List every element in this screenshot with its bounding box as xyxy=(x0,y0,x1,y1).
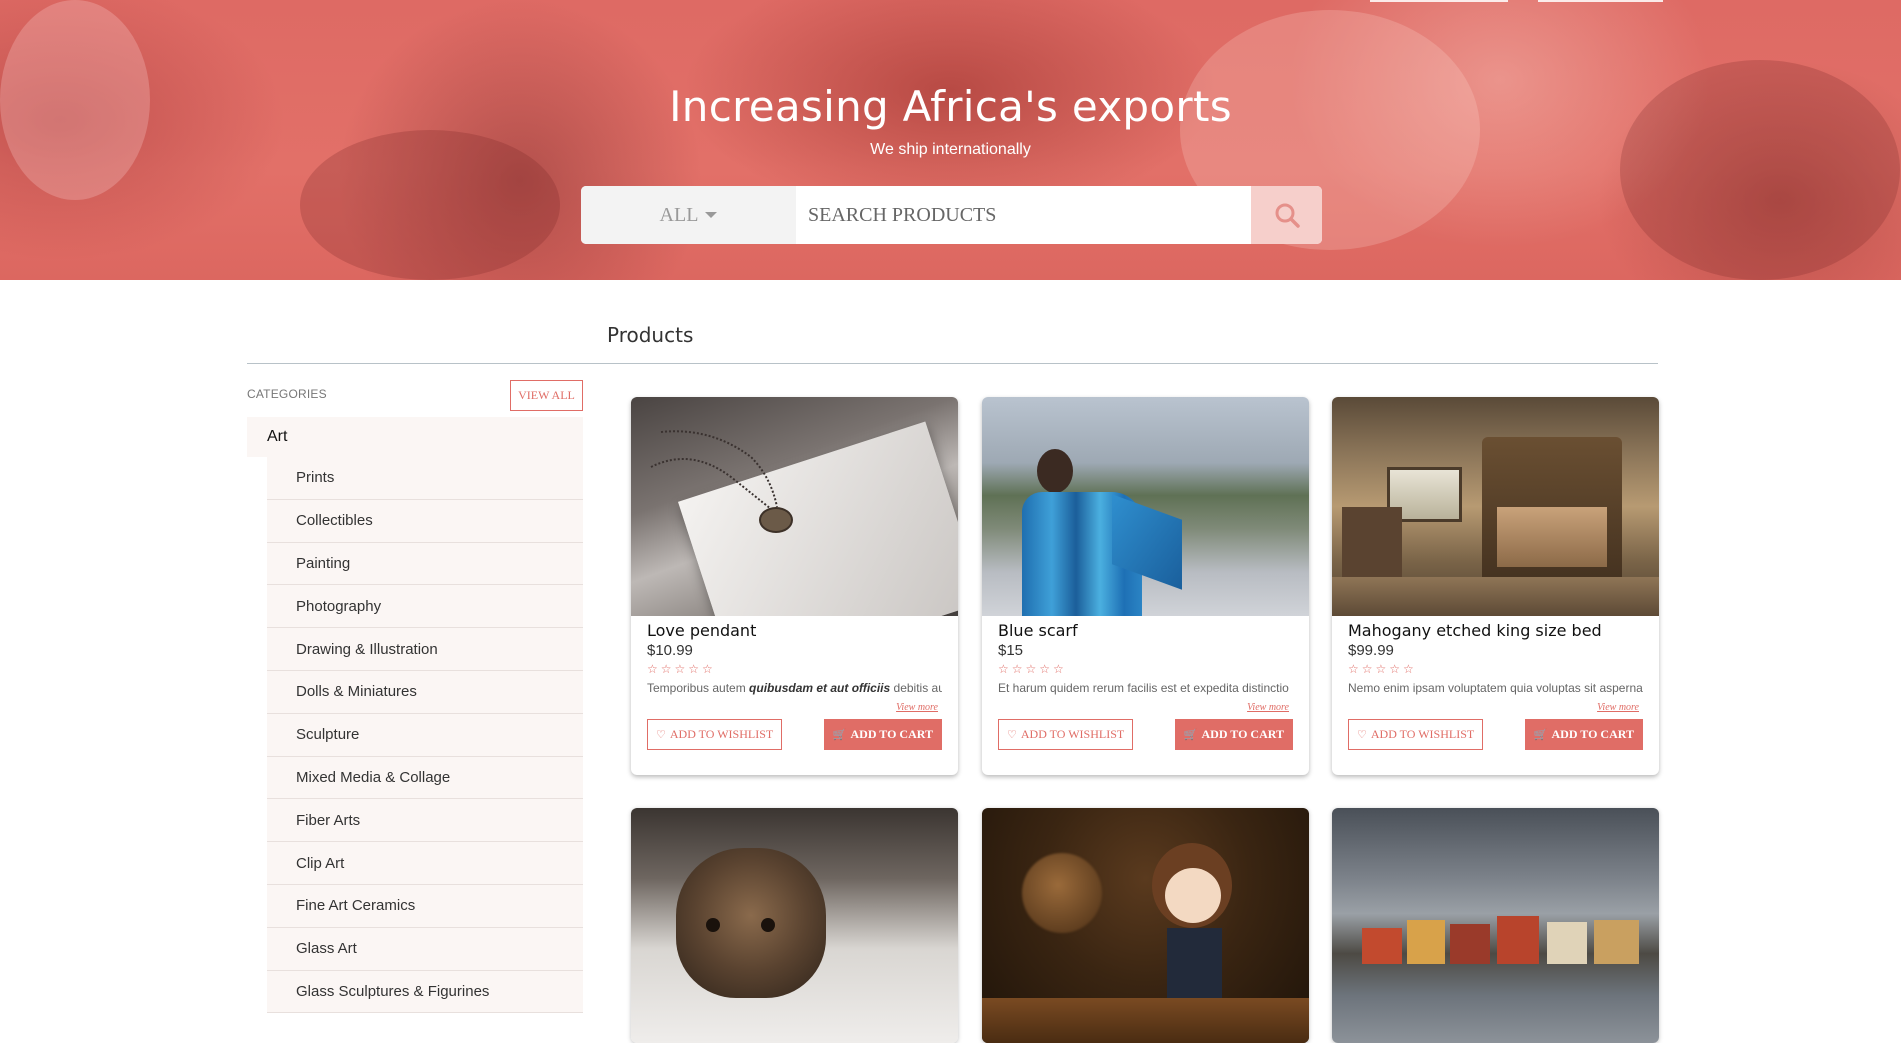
search-bar: ALL xyxy=(581,186,1322,244)
image-shape xyxy=(1342,507,1402,587)
image-shape xyxy=(650,430,778,510)
subcategory-item-mixed-media[interactable]: Mixed Media & Collage xyxy=(267,756,583,800)
add-to-cart-button[interactable]: 🛒 ADD TO CART xyxy=(1524,719,1643,750)
product-image[interactable] xyxy=(982,397,1309,616)
subcategory-item-fiber-arts[interactable]: Fiber Arts xyxy=(267,799,583,843)
image-shape xyxy=(676,848,826,998)
product-description: Et harum quidem rerum facilis est et exp… xyxy=(998,681,1289,695)
hero-subtitle: We ship internationally xyxy=(870,141,1031,158)
subcategory-item-sculpture[interactable]: Sculpture xyxy=(267,713,583,757)
cart-label: ADD TO CART xyxy=(850,727,933,741)
heart-icon: ♡ xyxy=(656,729,666,741)
cart-icon: 🛒 xyxy=(1183,729,1198,741)
subcategory-list: Prints Collectibles Painting Photography… xyxy=(267,457,583,1014)
subcategory-item-glass-sculptures[interactable]: Glass Sculptures & Figurines xyxy=(267,970,583,1014)
view-all-button[interactable]: VIEW ALL xyxy=(510,380,583,411)
image-shape xyxy=(1594,920,1639,964)
subcategory-item-painting[interactable]: Painting xyxy=(267,542,583,586)
product-card[interactable] xyxy=(982,808,1309,1043)
product-card[interactable]: Blue scarf $15 ☆☆☆☆☆ Et harum quidem rer… xyxy=(982,397,1309,775)
subcategory-item-glass-art[interactable]: Glass Art xyxy=(267,927,583,971)
chevron-down-icon xyxy=(705,212,718,218)
subcategory-item-clip-art[interactable]: Clip Art xyxy=(267,842,583,885)
wishlist-label: ADD TO WISHLIST xyxy=(1020,727,1125,741)
product-price: $99.99 xyxy=(1348,642,1394,659)
heart-icon: ♡ xyxy=(1007,729,1017,741)
search-category-dropdown[interactable]: ALL xyxy=(581,186,796,244)
image-shape xyxy=(1547,922,1587,964)
view-more-link[interactable]: View more xyxy=(998,702,1293,713)
search-icon xyxy=(1275,203,1300,228)
product-card[interactable]: Mahogany etched king size bed $99.99 ☆☆☆… xyxy=(1332,397,1659,775)
product-price: $10.99 xyxy=(647,642,693,659)
cart-icon: 🛒 xyxy=(1533,729,1548,741)
image-shape xyxy=(1497,916,1539,964)
star-rating: ☆☆☆☆☆ xyxy=(998,662,1067,676)
add-to-wishlist-button[interactable]: ♡ ADD TO WISHLIST xyxy=(998,719,1134,750)
image-shape xyxy=(1167,928,1222,1008)
view-more-link[interactable]: View more xyxy=(1348,702,1643,713)
cart-label: ADD TO CART xyxy=(1201,727,1284,741)
image-shape xyxy=(1497,507,1607,567)
page-title: Products xyxy=(607,323,694,347)
star-rating: ☆☆☆☆☆ xyxy=(647,662,716,676)
product-card[interactable] xyxy=(631,808,958,1043)
product-description: Nemo enim ipsam voluptatem quia voluptas… xyxy=(1348,681,1643,695)
image-shape xyxy=(1450,924,1490,964)
categories-heading: CATEGORIES xyxy=(247,387,327,401)
star-rating: ☆☆☆☆☆ xyxy=(1348,662,1417,676)
product-card[interactable]: Love pendant $10.99 ☆☆☆☆☆ Temporibus aut… xyxy=(631,397,958,775)
product-description: Temporibus autem quibusdam et aut offici… xyxy=(647,681,942,695)
product-card[interactable] xyxy=(1332,808,1659,1043)
image-shape xyxy=(982,998,1309,1043)
product-price: $15 xyxy=(998,642,1024,659)
heart-icon: ♡ xyxy=(1357,729,1367,741)
add-to-cart-button[interactable]: 🛒 ADD TO CART xyxy=(823,719,942,750)
product-image[interactable] xyxy=(631,808,958,1043)
image-shape xyxy=(1022,853,1102,933)
product-image[interactable] xyxy=(631,397,958,616)
add-to-wishlist-button[interactable]: ♡ ADD TO WISHLIST xyxy=(647,719,783,750)
product-title[interactable]: Mahogany etched king size bed xyxy=(1348,621,1643,641)
image-shape xyxy=(1037,449,1073,493)
search-category-label: ALL xyxy=(659,203,699,226)
category-art[interactable]: Art xyxy=(247,417,583,457)
subcategory-item-collectibles[interactable]: Collectibles xyxy=(267,499,583,543)
product-title[interactable]: Love pendant xyxy=(647,621,942,641)
subcategory-item-fine-art-ceramics[interactable]: Fine Art Ceramics xyxy=(267,884,583,928)
wishlist-label: ADD TO WISHLIST xyxy=(669,727,774,741)
view-more-link[interactable]: View more xyxy=(647,702,942,713)
divider xyxy=(247,363,1658,364)
add-to-cart-button[interactable]: 🛒 ADD TO CART xyxy=(1174,719,1293,750)
subcategory-item-prints[interactable]: Prints xyxy=(267,457,583,500)
subcategory-item-drawing-illustration[interactable]: Drawing & Illustration xyxy=(267,628,583,671)
product-image[interactable] xyxy=(982,808,1309,1043)
subcategory-item-dolls-miniatures[interactable]: Dolls & Miniatures xyxy=(267,670,583,714)
hero-banner: Increasing Africa's exports We ship inte… xyxy=(0,0,1901,280)
image-shape xyxy=(1332,577,1659,616)
search-input[interactable] xyxy=(796,186,1251,244)
product-image[interactable] xyxy=(1332,808,1659,1043)
hero-top-button-edge[interactable] xyxy=(1538,0,1663,2)
wishlist-label: ADD TO WISHLIST xyxy=(1370,727,1475,741)
image-shape xyxy=(1165,868,1221,923)
cart-icon: 🛒 xyxy=(832,729,847,741)
subcategory-item-photography[interactable]: Photography xyxy=(267,585,583,629)
image-shape xyxy=(1362,928,1402,964)
product-title[interactable]: Blue scarf xyxy=(998,621,1293,641)
image-shape xyxy=(761,918,775,932)
search-button[interactable] xyxy=(1251,186,1322,244)
product-image[interactable] xyxy=(1332,397,1659,616)
cart-label: ADD TO CART xyxy=(1551,727,1634,741)
hero-top-button-edge[interactable] xyxy=(1370,0,1508,2)
add-to-wishlist-button[interactable]: ♡ ADD TO WISHLIST xyxy=(1348,719,1484,750)
image-shape xyxy=(1407,920,1445,964)
image-shape xyxy=(706,918,720,932)
hero-title: Increasing Africa's exports xyxy=(669,82,1232,131)
